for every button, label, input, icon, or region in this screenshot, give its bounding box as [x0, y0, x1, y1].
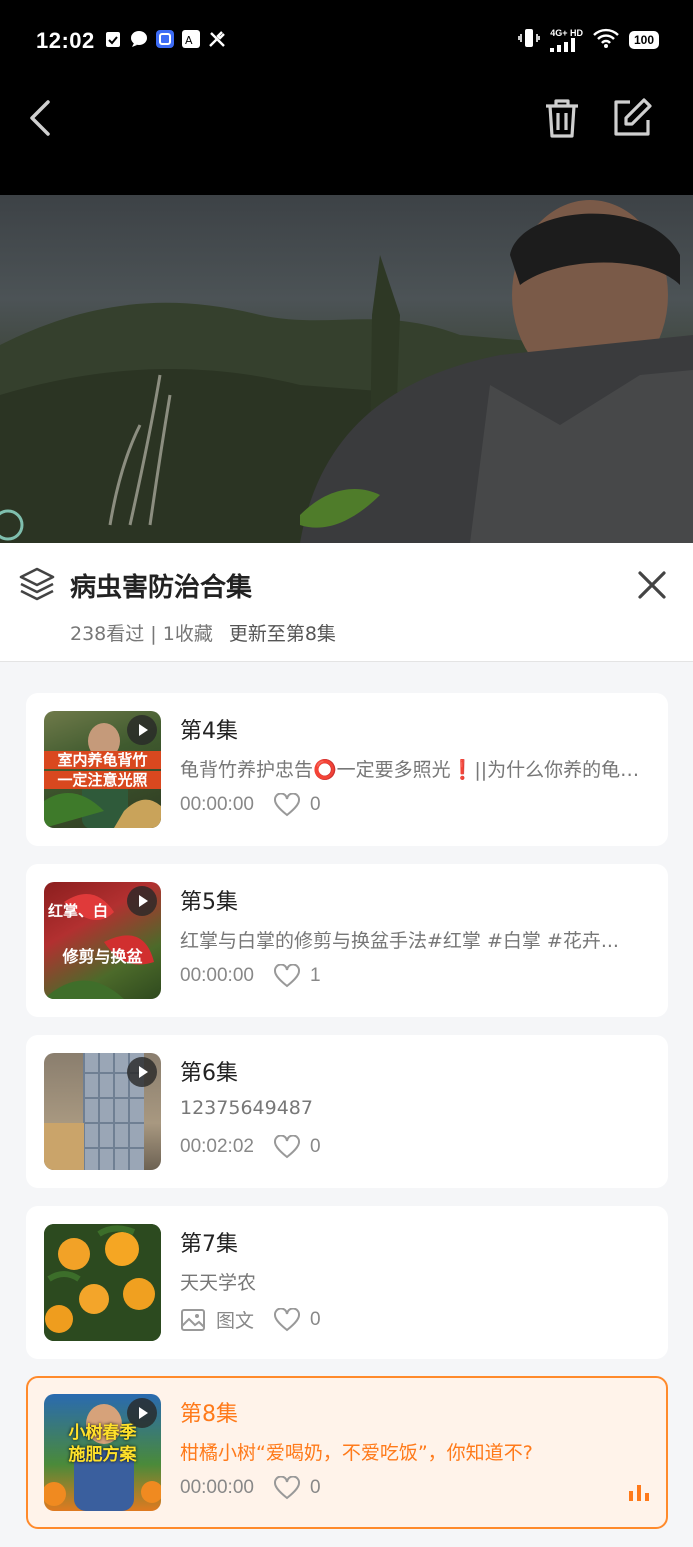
episode-title: 第7集 [180, 1232, 238, 1257]
video-frame-image [0, 200, 693, 543]
episode-thumbnail: 红掌、白 修剪与换盆 [44, 882, 161, 999]
cell-signal-icon [550, 37, 576, 52]
episode-card[interactable]: 第6集 12375649487 00:02:02 0 [26, 1035, 668, 1188]
thumbnail-caption: 一定注意光照 [44, 771, 161, 789]
clipboard-check-icon [104, 30, 122, 48]
vibrate-icon [518, 28, 541, 52]
heart-icon[interactable] [273, 1476, 300, 1500]
thumbnail-caption: 修剪与换盆 [62, 947, 143, 966]
heart-icon[interactable] [274, 1307, 301, 1332]
episode-card[interactable]: 室内养龟背竹 一定注意光照 第4集 龟背竹养护忠告⭕一定要多照光❗||为什么你养… [26, 693, 668, 846]
episode-thumbnail: 小树春季 施肥方案 [44, 1394, 161, 1511]
heart-icon[interactable] [273, 1135, 300, 1159]
collection-title: 病虫害防治合集 [70, 573, 253, 603]
heart-icon[interactable] [273, 964, 300, 988]
back-arrow-icon[interactable] [22, 96, 62, 140]
collection-stats: 238看过 | 1收藏 [70, 623, 213, 645]
episode-meta: 图文 0 [180, 1306, 321, 1333]
play-icon [127, 1057, 157, 1087]
app-badge-icon [156, 30, 174, 48]
episode-duration: 00:00:00 [180, 1477, 254, 1498]
episode-thumbnail [44, 1224, 161, 1341]
notification-icons: A [104, 30, 226, 48]
episode-title: 第4集 [180, 719, 238, 744]
thumbnail-caption: 室内养龟背竹 [44, 751, 161, 769]
episode-card[interactable]: 红掌、白 修剪与换盆 第5集 红掌与白掌的修剪与换盆手法#红掌 #白掌 #花卉.… [26, 864, 668, 1017]
episode-meta: 00:00:00 0 [180, 793, 321, 817]
thumbnail-caption: 施肥方案 [68, 1445, 137, 1465]
network-label: 4G+ HD [550, 27, 583, 38]
battery-indicator: 100 [628, 31, 659, 49]
svg-text:A: A [185, 34, 193, 47]
system-indicators: 4G+ HD 100 [518, 28, 659, 52]
episode-meta: 00:00:00 0 [180, 1476, 321, 1500]
episode-duration: 00:02:02 [180, 1136, 254, 1157]
episode-meta: 00:02:02 0 [180, 1135, 321, 1159]
play-icon [127, 1398, 157, 1428]
translate-icon: A [182, 30, 200, 48]
video-player[interactable] [0, 195, 693, 543]
episode-likes: 0 [309, 1136, 321, 1157]
episode-card[interactable]: 第7集 天天学农 图文 0 [26, 1206, 668, 1359]
episode-title: 第8集 [180, 1402, 238, 1427]
episode-duration: 00:00:00 [180, 965, 254, 986]
layers-icon [18, 565, 56, 603]
episode-likes: 0 [309, 794, 321, 815]
episode-likes: 0 [310, 1308, 321, 1330]
episode-card-active[interactable]: 小树春季 施肥方案 第8集 柑橘小树“爱喝奶，不爱吃饭”，你知道不? 00:00… [26, 1376, 668, 1529]
trash-icon[interactable] [540, 96, 584, 140]
heart-icon[interactable] [273, 793, 300, 817]
episode-title: 第6集 [180, 1061, 238, 1086]
episode-description: 红掌与白掌的修剪与换盆手法#红掌 #白掌 #花卉... [180, 930, 619, 952]
collection-meta: 238看过 | 1收藏 更新至第8集 [70, 619, 336, 646]
now-playing-icon [629, 1485, 649, 1501]
episode-likes: 0 [309, 1477, 321, 1498]
episode-list: 室内养龟背竹 一定注意光照 第4集 龟背竹养护忠告⭕一定要多照光❗||为什么你养… [0, 662, 693, 1547]
wifi-icon [593, 28, 619, 52]
episode-likes: 1 [309, 965, 321, 986]
episode-thumbnail [44, 1053, 161, 1170]
status-bar: 12:02 A 4G+ HD 100 [0, 0, 693, 84]
play-icon [127, 715, 157, 745]
play-icon [127, 886, 157, 916]
episode-type-label: 图文 [216, 1311, 255, 1332]
edit-icon[interactable] [610, 96, 654, 140]
episode-description: 12375649487 [180, 1097, 313, 1119]
episode-duration: 00:00:00 [180, 794, 254, 815]
top-nav-bar [0, 84, 693, 195]
episode-description: 龟背竹养护忠告⭕一定要多照光❗||为什么你养的龟背竹... [180, 759, 650, 781]
tools-icon [208, 30, 226, 48]
episode-thumbnail: 室内养龟背竹 一定注意光照 [44, 711, 161, 828]
episode-description: 柑橘小树“爱喝奶，不爱吃饭”，你知道不? [180, 1442, 533, 1464]
episode-title: 第5集 [180, 890, 238, 915]
episode-meta: 00:00:00 1 [180, 964, 321, 988]
image-icon [181, 1308, 205, 1331]
close-icon[interactable] [632, 565, 672, 605]
chat-bubble-icon [130, 30, 148, 48]
collection-update: 更新至第8集 [228, 623, 336, 645]
collection-header: 病虫害防治合集 238看过 | 1收藏 更新至第8集 [0, 543, 693, 662]
status-time: 12:02 [36, 28, 95, 53]
episode-description: 天天学农 [180, 1272, 257, 1294]
